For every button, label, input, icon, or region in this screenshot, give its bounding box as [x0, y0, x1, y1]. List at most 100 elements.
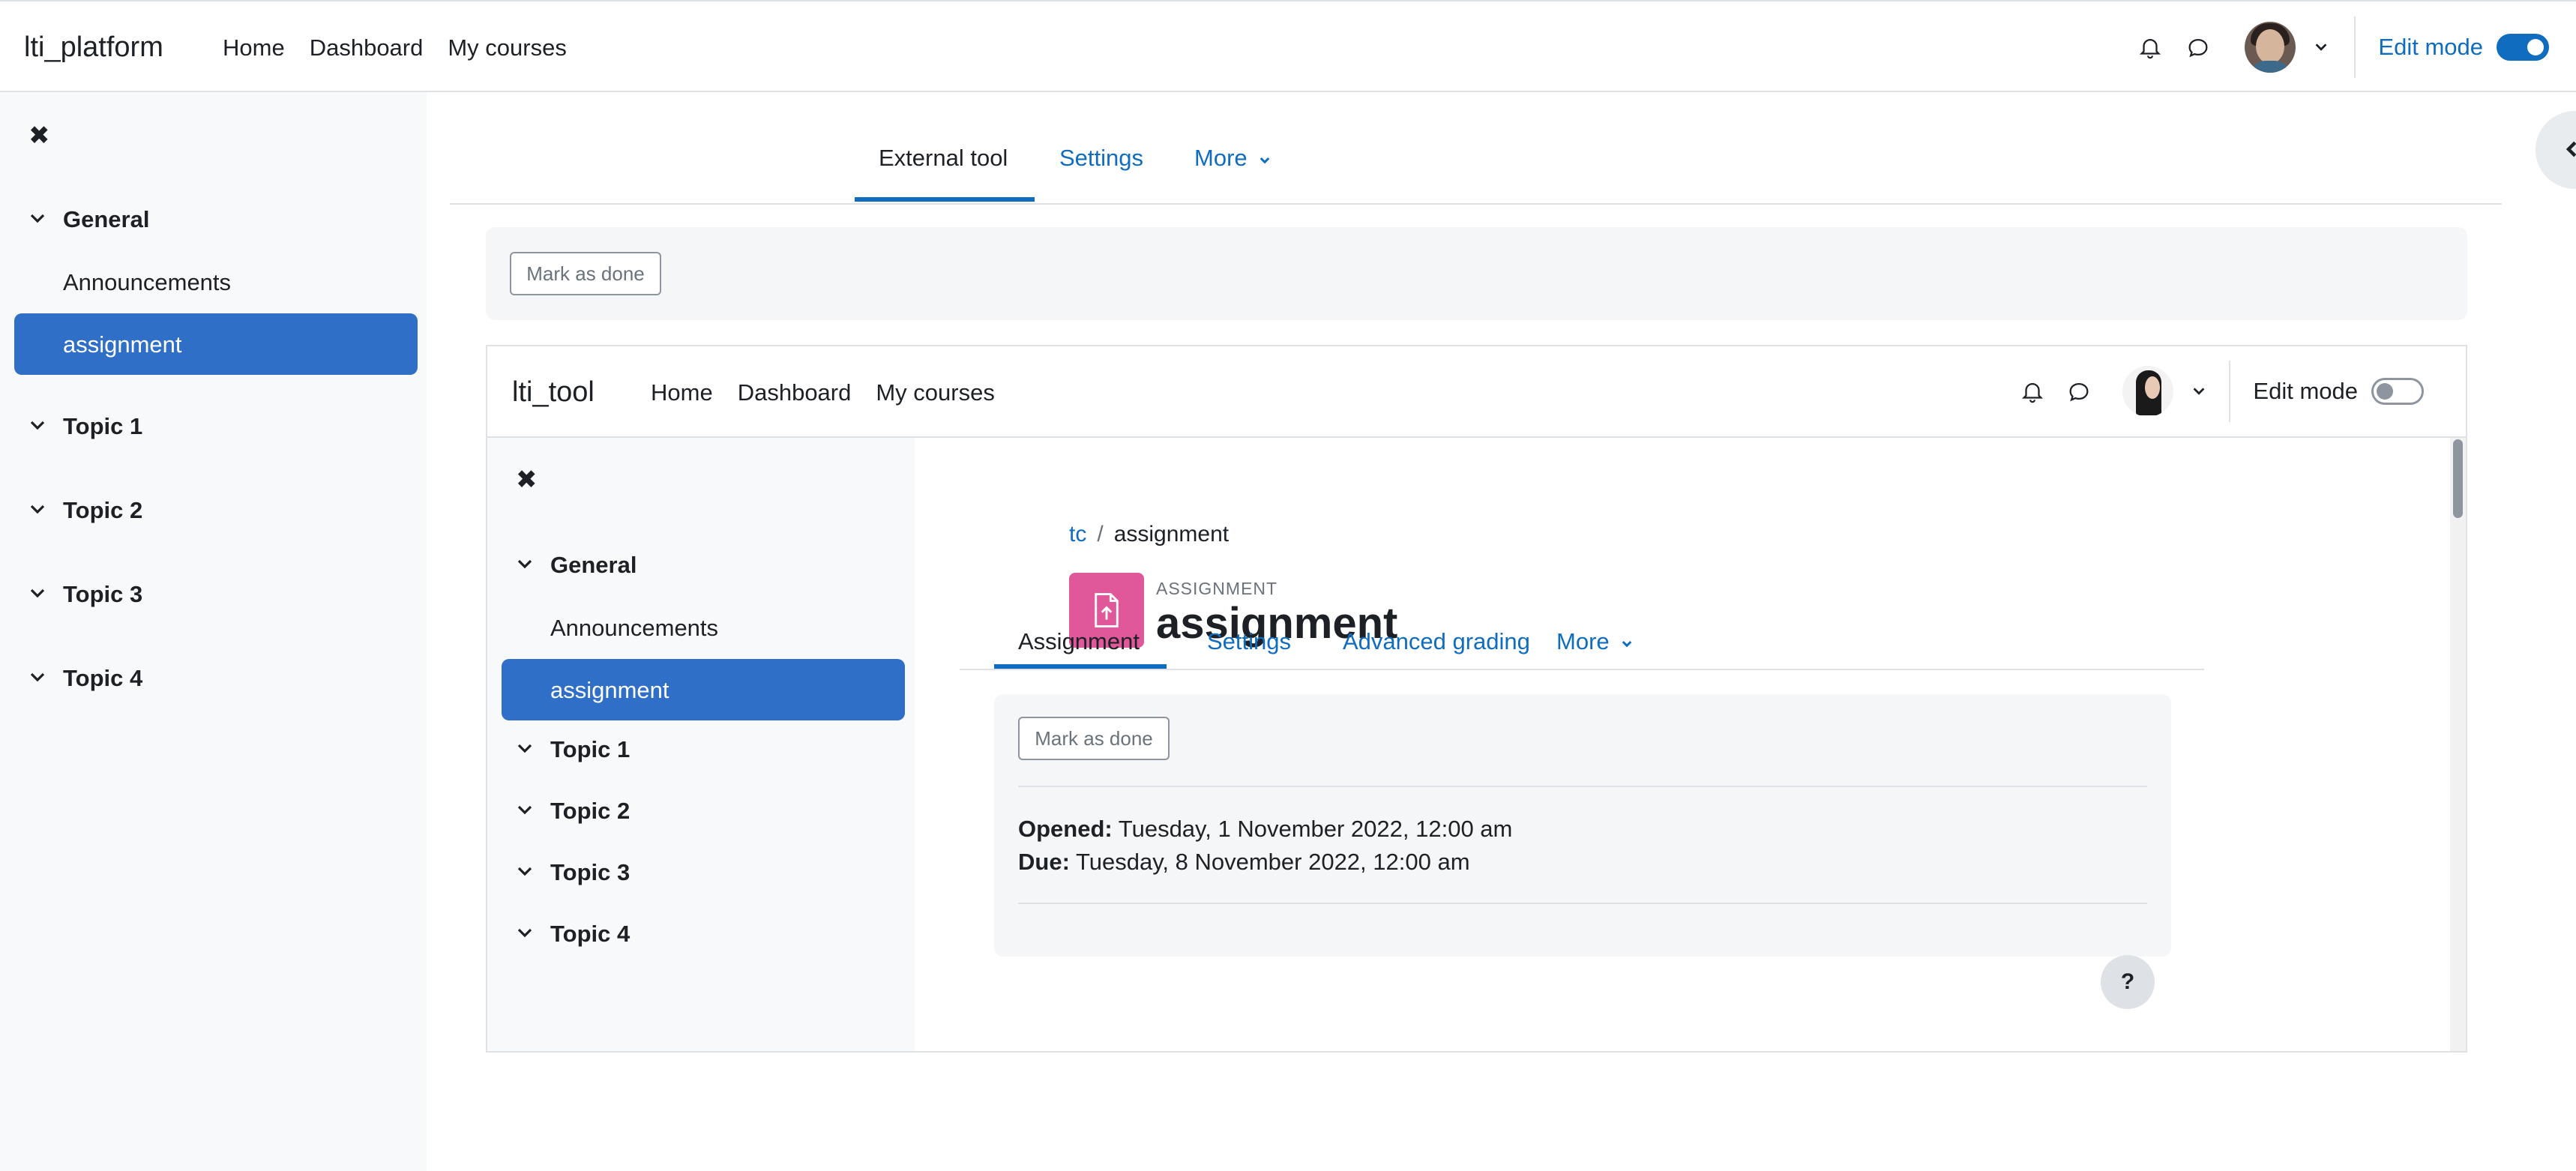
chevron-down-icon: [1620, 630, 1634, 657]
section-topic-1[interactable]: Topic 1: [516, 736, 630, 763]
chevron-down-icon[interactable]: [28, 413, 46, 440]
tool-primary-nav: Home Dashboard My courses: [651, 379, 995, 406]
activity-tabs: Assignment Settings Advanced grading Mor…: [960, 610, 2204, 670]
help-button[interactable]: ?: [2101, 955, 2155, 1009]
section-topic-2[interactable]: Topic 2: [516, 798, 630, 825]
opened-label: Opened:: [1018, 816, 1113, 842]
messages-icon[interactable]: [2183, 32, 2213, 62]
tab-external-tool[interactable]: External tool: [879, 145, 1008, 172]
divider: [1018, 903, 2147, 904]
tab-more[interactable]: More: [1556, 628, 1634, 657]
section-label: General: [550, 552, 637, 578]
nav-home[interactable]: Home: [223, 34, 285, 61]
chevron-down-icon[interactable]: [28, 665, 46, 692]
chevron-down-icon[interactable]: [28, 497, 46, 524]
tool-nav-home[interactable]: Home: [651, 379, 713, 406]
breadcrumb: tc / assignment: [1069, 522, 1229, 547]
course-index-drawer: ✖ General Announcements assignment Topic…: [0, 92, 427, 1171]
opened-value: Tuesday, 1 November 2022, 12:00 am: [1118, 816, 1513, 842]
close-drawer-icon[interactable]: ✖: [516, 465, 538, 495]
divider: [1018, 786, 2147, 787]
tool-navbar-actions: Edit mode: [2017, 346, 2466, 436]
tab-advanced-grading[interactable]: Advanced grading: [1343, 628, 1530, 655]
section-topic-4[interactable]: Topic 4: [516, 921, 630, 948]
site-brand[interactable]: lti_platform: [24, 31, 163, 64]
section-topic-3[interactable]: Topic 3: [28, 581, 142, 608]
section-label: Topic 3: [550, 859, 631, 885]
chevron-down-icon: [1258, 146, 1272, 173]
section-label: Topic 1: [550, 736, 631, 762]
navbar-divider: [2229, 361, 2231, 422]
tool-navbar: lti_tool Home Dashboard My courses Edit …: [487, 346, 2466, 438]
tool-nav-my-courses[interactable]: My courses: [876, 379, 994, 406]
scrollbar-thumb[interactable]: [2453, 439, 2463, 518]
drawer-item-assignment[interactable]: assignment: [14, 313, 418, 375]
section-label: General: [63, 206, 150, 232]
navbar-divider: [2354, 16, 2356, 78]
activity-dates-box: Mark as done Opened: Tuesday, 1 November…: [994, 694, 2171, 957]
section-general[interactable]: General: [516, 552, 637, 579]
due-date: Due: Tuesday, 8 November 2022, 12:00 am: [1018, 849, 1470, 876]
lti-tool-frame: lti_tool Home Dashboard My courses Edit …: [486, 345, 2467, 1053]
section-label: Topic 2: [63, 497, 143, 523]
section-topic-3[interactable]: Topic 3: [516, 859, 630, 886]
tab-settings[interactable]: Settings: [1059, 145, 1143, 172]
section-general[interactable]: General: [28, 206, 149, 233]
drawer-item-label: assignment: [63, 331, 182, 358]
open-block-drawer-button[interactable]: [2536, 111, 2576, 189]
drawer-item-announcements[interactable]: Announcements: [63, 269, 231, 296]
breadcrumb-course-link[interactable]: tc: [1069, 522, 1086, 547]
primary-nav: Home Dashboard My courses: [223, 34, 567, 61]
opened-date: Opened: Tuesday, 1 November 2022, 12:00 …: [1018, 816, 1512, 843]
tool-nav-dashboard[interactable]: Dashboard: [738, 379, 852, 406]
tool-course-index-drawer: ✖ General Announcements assignment Topic…: [487, 438, 915, 1051]
section-topic-2[interactable]: Topic 2: [28, 497, 142, 524]
secondary-navigation: External tool Settings More: [450, 92, 2502, 205]
notifications-bell-icon[interactable]: [2017, 376, 2047, 406]
tab-more-label: More: [1556, 628, 1610, 654]
chevron-down-icon[interactable]: [516, 921, 534, 948]
user-avatar[interactable]: [2245, 21, 2296, 73]
edit-mode-toggle[interactable]: [2497, 33, 2549, 61]
section-label: Topic 3: [63, 581, 143, 607]
user-menu-chevron-down-icon[interactable]: [2306, 32, 2336, 62]
chevron-down-icon[interactable]: [516, 798, 534, 825]
mark-as-done-button[interactable]: Mark as done: [510, 252, 661, 295]
nav-my-courses[interactable]: My courses: [448, 34, 566, 61]
active-tab-indicator: [855, 197, 1035, 202]
chevron-down-icon[interactable]: [516, 859, 534, 886]
close-drawer-icon[interactable]: ✖: [28, 121, 50, 151]
chevron-down-icon[interactable]: [28, 581, 46, 608]
activity-header: Mark as done: [486, 227, 2467, 320]
edit-mode-label: Edit mode: [2253, 378, 2358, 404]
mark-as-done-button[interactable]: Mark as done: [1018, 717, 1170, 760]
section-topic-4[interactable]: Topic 4: [28, 665, 142, 692]
drawer-item-assignment[interactable]: assignment: [502, 659, 905, 720]
tab-settings[interactable]: Settings: [1207, 628, 1291, 655]
tool-main-content: tc / assignment ASSIGNMENT assignment Assi…: [915, 438, 2444, 1051]
tab-assignment[interactable]: Assignment: [1018, 628, 1140, 655]
tool-brand[interactable]: lti_tool: [512, 376, 595, 409]
top-navbar: lti_platform Home Dashboard My courses E…: [0, 0, 2576, 92]
chevron-down-icon[interactable]: [28, 206, 46, 233]
section-label: Topic 1: [63, 413, 143, 439]
edit-mode-toggle[interactable]: [2371, 378, 2424, 405]
chevron-down-icon[interactable]: [516, 736, 534, 763]
tab-more[interactable]: More: [1194, 145, 1272, 173]
section-label: Topic 2: [550, 798, 631, 824]
nav-dashboard[interactable]: Dashboard: [310, 34, 424, 61]
tool-user-avatar[interactable]: [2122, 366, 2174, 417]
notifications-bell-icon[interactable]: [2135, 32, 2165, 62]
tab-more-label: More: [1194, 145, 1248, 171]
section-topic-1[interactable]: Topic 1: [28, 413, 142, 440]
section-label: Topic 4: [63, 665, 143, 691]
user-menu-chevron-down-icon[interactable]: [2184, 376, 2214, 406]
tool-scrollbar[interactable]: [2450, 438, 2466, 1051]
drawer-item-announcements[interactable]: Announcements: [550, 615, 718, 642]
chevron-down-icon[interactable]: [516, 552, 534, 579]
navbar-actions: Edit mode: [2135, 1, 2576, 92]
edit-mode-label: Edit mode: [2378, 33, 2483, 60]
messages-icon[interactable]: [2064, 376, 2094, 406]
active-tab-indicator: [994, 664, 1167, 669]
due-label: Due:: [1018, 849, 1070, 875]
